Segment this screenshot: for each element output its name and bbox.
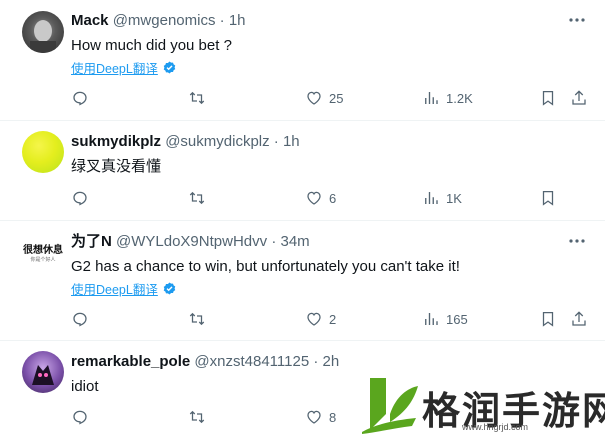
more-options-icon[interactable] <box>567 12 587 28</box>
heart-icon <box>307 410 321 424</box>
like-button[interactable]: 8 <box>305 406 336 428</box>
like-button[interactable]: 25 <box>305 87 343 109</box>
reply-button[interactable] <box>71 406 95 428</box>
tweet-header: remarkable_pole @xnzst48411125 · 2h <box>71 353 339 371</box>
views-chart-icon <box>425 313 438 325</box>
views-count: 1K <box>446 190 462 206</box>
avatar-subtext: 你是个好人 <box>30 256 56 263</box>
display-name[interactable]: remarkable_pole <box>71 353 190 370</box>
user-handle[interactable]: @xnzst48411125 <box>194 353 309 370</box>
tweet-text: 绿叉真没看懂 <box>71 158 162 175</box>
tweet-3[interactable]: 很想休息 你是个好人 为了N @WYLdoX9NtpwHdvv · 34m G2… <box>0 221 605 341</box>
reply-button[interactable] <box>71 308 95 330</box>
like-count: 8 <box>329 409 337 425</box>
timestamp[interactable]: 1h <box>283 133 300 150</box>
retweet-button[interactable] <box>188 308 212 330</box>
bookmark-button[interactable] <box>539 308 557 330</box>
verified-badge-icon <box>163 282 176 295</box>
translate-link[interactable]: 使用DeepL翻译 <box>71 279 176 298</box>
timestamp[interactable]: 34m <box>280 233 309 250</box>
heart-icon <box>307 312 321 326</box>
share-icon <box>572 90 586 105</box>
views-button[interactable]: 1.2K <box>422 87 473 109</box>
views-button[interactable]: 1K <box>422 187 462 209</box>
tweet-1[interactable]: Mack @mwgenomics · 1h How much did you b… <box>0 0 605 121</box>
views-chart-icon <box>425 192 438 204</box>
user-handle[interactable]: @sukmydickplz <box>165 133 269 150</box>
tweet-header: 为了N @WYLdoX9NtpwHdvv · 34m <box>71 233 310 251</box>
views-button[interactable]: 165 <box>422 308 468 330</box>
avatar[interactable]: 很想休息 你是个好人 <box>22 233 64 275</box>
separator-dot: · <box>271 233 277 250</box>
reply-button[interactable] <box>71 87 95 109</box>
share-button[interactable] <box>570 308 588 330</box>
bookmark-icon <box>542 90 554 106</box>
tweet-text: How much did you bet ? <box>71 37 232 54</box>
retweet-icon <box>189 91 205 105</box>
separator-dot: · <box>273 133 279 150</box>
avatar-text: 很想休息 <box>23 244 63 256</box>
tweet-text: idiot <box>71 378 99 395</box>
timestamp[interactable]: 2h <box>323 353 340 370</box>
retweet-button[interactable] <box>188 406 212 428</box>
user-handle[interactable]: @mwgenomics <box>113 12 216 29</box>
views-chart-icon <box>425 92 438 104</box>
verified-badge-icon <box>163 61 176 74</box>
separator-dot: · <box>313 353 319 370</box>
like-button[interactable]: 2 <box>305 308 336 330</box>
display-name[interactable]: 为了N <box>71 233 112 250</box>
avatar[interactable] <box>22 11 64 53</box>
tweet-actions: 6 1K <box>0 187 605 209</box>
bookmark-icon <box>542 190 554 206</box>
tweet-header: Mack @mwgenomics · 1h <box>71 12 246 30</box>
translate-link[interactable]: 使用DeepL翻译 <box>71 58 176 77</box>
heart-icon <box>307 191 321 205</box>
reply-icon <box>73 410 87 425</box>
retweet-button[interactable] <box>188 87 212 109</box>
reply-icon <box>73 91 87 106</box>
bookmark-button[interactable] <box>539 87 557 109</box>
tweet-2[interactable]: sukmydikplz @sukmydickplz · 1h 绿叉真没看懂 6 … <box>0 121 605 221</box>
reply-icon <box>73 191 87 206</box>
separator-dot: · <box>219 12 225 29</box>
reply-icon <box>73 312 87 327</box>
display-name[interactable]: Mack <box>71 12 109 29</box>
views-count: 165 <box>446 311 468 327</box>
bookmark-button[interactable] <box>539 187 557 209</box>
tweet-header: sukmydikplz @sukmydickplz · 1h <box>71 133 300 151</box>
retweet-icon <box>189 191 205 205</box>
leaf-logo-icon <box>362 378 418 434</box>
like-button[interactable]: 6 <box>305 187 336 209</box>
site-watermark: 格润手游网 www.hngrjd.com <box>352 372 605 439</box>
share-icon <box>572 311 586 326</box>
reply-button[interactable] <box>71 187 95 209</box>
translate-label[interactable]: 使用DeepL翻译 <box>71 58 158 77</box>
retweet-button[interactable] <box>188 187 212 209</box>
like-count: 6 <box>329 190 337 206</box>
avatar[interactable] <box>22 131 64 173</box>
translate-label[interactable]: 使用DeepL翻译 <box>71 279 158 298</box>
share-button[interactable] <box>570 87 588 109</box>
bookmark-icon <box>542 311 554 327</box>
heart-icon <box>307 91 321 105</box>
watermark-url: www.hngrjd.com <box>462 422 529 432</box>
retweet-icon <box>189 312 205 326</box>
timestamp[interactable]: 1h <box>229 12 246 29</box>
retweet-icon <box>189 410 205 424</box>
tweet-actions: 2 165 <box>0 308 605 330</box>
avatar[interactable] <box>22 351 64 393</box>
like-count: 25 <box>329 90 344 106</box>
tweet-text: G2 has a chance to win, but unfortunatel… <box>71 258 460 275</box>
more-options-icon[interactable] <box>567 233 587 249</box>
user-handle[interactable]: @WYLdoX9NtpwHdvv <box>116 233 267 250</box>
like-count: 2 <box>329 311 337 327</box>
display-name[interactable]: sukmydikplz <box>71 133 161 150</box>
views-count: 1.2K <box>446 90 473 106</box>
tweet-actions: 25 1.2K <box>0 87 605 109</box>
